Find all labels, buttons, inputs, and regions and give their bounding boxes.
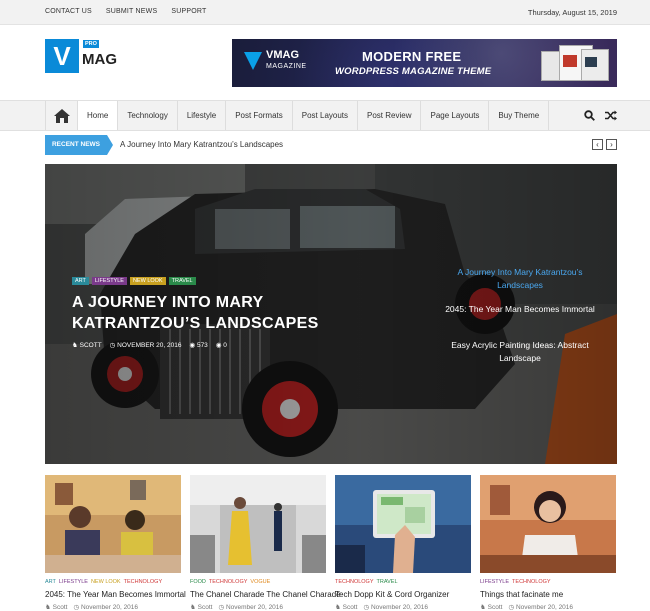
top-link-contact[interactable]: CONTACT US bbox=[45, 8, 92, 15]
top-link-submit-news[interactable]: SUBMIT NEWS bbox=[106, 8, 157, 15]
nav-item-lifestyle[interactable]: Lifestyle bbox=[178, 101, 227, 130]
banner-brand-sub: MAGAZINE bbox=[266, 63, 307, 70]
hero-tag-art[interactable]: ART bbox=[72, 277, 89, 285]
card-tag[interactable]: TECHNOLOGY bbox=[335, 579, 374, 585]
logo-letter: V bbox=[45, 39, 79, 73]
site-logo[interactable]: V PRO MAG bbox=[45, 39, 117, 73]
card-tag[interactable]: TECHNOLOGY bbox=[209, 579, 248, 585]
banner-headline: MODERN FREE bbox=[362, 49, 462, 64]
nav-item-home[interactable]: Home bbox=[78, 101, 119, 130]
post-card-title[interactable]: Things that facinate me bbox=[480, 590, 563, 599]
banner-subline: WORDPRESS MAGAZINE THEME bbox=[335, 66, 492, 77]
ticker-prev-button[interactable]: ‹ bbox=[592, 139, 603, 150]
hero-side-post-2[interactable]: 2045: The Year Man Becomes Immortal bbox=[440, 303, 600, 316]
card-tag[interactable]: TECHNOLOGY bbox=[124, 579, 163, 585]
card-tag[interactable]: LIFESTYLE bbox=[59, 579, 88, 585]
card-tag[interactable]: FOOD bbox=[190, 579, 206, 585]
banner-logo: VMAG MAGAZINE bbox=[244, 50, 307, 72]
nav-item-post-formats[interactable]: Post Formats bbox=[226, 101, 293, 130]
top-link-support[interactable]: SUPPORT bbox=[171, 8, 206, 15]
nav-item-technology[interactable]: Technology bbox=[118, 101, 178, 130]
post-card-image[interactable] bbox=[480, 475, 616, 573]
post-card[interactable]: LIFESTYLE TECHNOLOGY Things that facinat… bbox=[480, 475, 616, 611]
post-cards-grid: ART LIFESTYLE NEW LOOK TECHNOLOGY 2045: … bbox=[45, 475, 617, 611]
card-tag[interactable]: NEW LOOK bbox=[91, 579, 121, 585]
user-icon: ♞ bbox=[72, 342, 78, 349]
top-links: CONTACT US SUBMIT NEWS SUPPORT bbox=[45, 8, 206, 15]
hero-category-tags: ART LIFESTYLE NEW LOOK TRAVEL bbox=[72, 277, 196, 285]
hero-tag-lifestyle[interactable]: LIFESTYLE bbox=[91, 277, 127, 285]
hero-tag-travel[interactable]: TRAVEL bbox=[168, 277, 196, 285]
banner-screenshots-image bbox=[541, 43, 611, 85]
card-tag[interactable]: VOGUE bbox=[250, 579, 270, 585]
site-header: V PRO MAG VMAG MAGAZINE MODERN FREE WORD… bbox=[0, 25, 650, 100]
hero-tag-new-look[interactable]: NEW LOOK bbox=[129, 277, 166, 285]
ticker-headline-link[interactable]: A Journey Into Mary Katrantzou’s Landsca… bbox=[120, 140, 283, 149]
eye-icon: ◉ bbox=[189, 342, 196, 349]
hero-title-link[interactable]: A JOURNEY INTO MARY KATRANTZOU’S LANDSCA… bbox=[72, 292, 332, 334]
nav-item-post-layouts[interactable]: Post Layouts bbox=[293, 101, 359, 130]
nav-item-page-layouts[interactable]: Page Layouts bbox=[421, 101, 490, 130]
hero-side-post-1[interactable]: A Journey Into Mary Katrantzou’s Landsca… bbox=[440, 266, 600, 292]
header-ad-banner[interactable]: VMAG MAGAZINE MODERN FREE WORDPRESS MAGA… bbox=[232, 39, 617, 87]
banner-v-icon bbox=[244, 52, 262, 70]
logo-pro-badge: PRO bbox=[83, 40, 99, 48]
post-card[interactable]: ART LIFESTYLE NEW LOOK TECHNOLOGY 2045: … bbox=[45, 475, 186, 611]
post-card[interactable]: FOOD TECHNOLOGY VOGUE The Chanel Charade… bbox=[190, 475, 341, 611]
logo-name: MAG bbox=[82, 51, 117, 68]
home-icon-button[interactable] bbox=[45, 101, 78, 130]
post-card-title[interactable]: Tech Dopp Kit & Cord Organizer bbox=[335, 590, 449, 599]
nav-item-post-review[interactable]: Post Review bbox=[358, 101, 422, 130]
hero-comments[interactable]: 0 bbox=[223, 342, 227, 349]
post-card-image[interactable] bbox=[335, 475, 471, 573]
post-card-title[interactable]: 2045: The Year Man Becomes Immortal bbox=[45, 590, 186, 599]
nav-tools bbox=[584, 110, 617, 121]
card-tag[interactable]: ART bbox=[45, 579, 56, 585]
hero-side-post-3[interactable]: Easy Acrylic Painting Ideas: Abstract La… bbox=[440, 339, 600, 365]
hero-date: NOVEMBER 20, 2016 bbox=[117, 342, 182, 349]
nav-item-buy-theme[interactable]: Buy Theme bbox=[489, 101, 550, 130]
hero-author[interactable]: SCOTT bbox=[80, 342, 102, 349]
ticker-next-button[interactable]: › bbox=[606, 139, 617, 150]
recent-news-ticker: RECENT NEWS A Journey Into Mary Katrantz… bbox=[45, 135, 617, 155]
home-icon bbox=[53, 108, 70, 123]
post-card[interactable]: TECHNOLOGY TRAVEL Tech Dopp Kit & Cord O… bbox=[335, 475, 471, 611]
top-bar: CONTACT US SUBMIT NEWS SUPPORT Thursday,… bbox=[0, 0, 650, 25]
search-icon[interactable] bbox=[584, 110, 595, 121]
post-card-image[interactable] bbox=[190, 475, 326, 573]
current-date: Thursday, August 15, 2019 bbox=[527, 8, 617, 17]
ticker-label: RECENT NEWS bbox=[45, 135, 113, 155]
shuffle-icon[interactable] bbox=[605, 110, 617, 121]
banner-brand: VMAG bbox=[266, 49, 299, 61]
clock-icon: ◷ bbox=[109, 342, 116, 349]
post-card-title[interactable]: The Chanel Charade The Chanel Charade bbox=[190, 590, 341, 599]
post-card-image[interactable] bbox=[45, 475, 181, 573]
comment-icon: ◉ bbox=[215, 342, 222, 349]
card-tag[interactable]: TRAVEL bbox=[377, 579, 398, 585]
card-tag[interactable]: LIFESTYLE bbox=[480, 579, 509, 585]
main-nav: Home Technology Lifestyle Post Formats P… bbox=[0, 100, 650, 131]
featured-slider[interactable]: ART LIFESTYLE NEW LOOK TRAVEL A JOURNEY … bbox=[45, 164, 617, 464]
hero-views: 573 bbox=[196, 342, 208, 349]
nav-items: Home Technology Lifestyle Post Formats P… bbox=[78, 101, 550, 130]
card-tag[interactable]: TECHNOLOGY bbox=[512, 579, 551, 585]
hero-meta: ♞ SCOTT ◷ NOVEMBER 20, 2016 ◉ 573 ◉ 0 bbox=[72, 341, 227, 349]
